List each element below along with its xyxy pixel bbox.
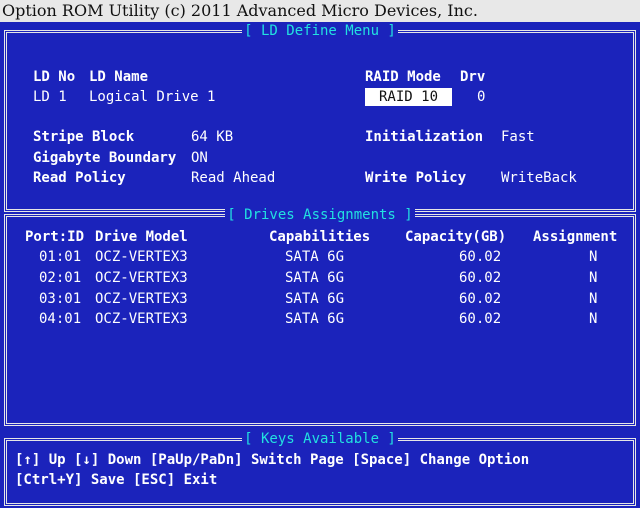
ld-name-value[interactable]: Logical Drive 1 <box>89 88 215 106</box>
keys-line-1: [↑] Up [↓] Down [PaUp/PaDn] Switch Page … <box>15 452 530 468</box>
keys-title: [ Keys Available ] <box>242 431 398 447</box>
raid-mode-select[interactable]: RAID 10 <box>365 88 453 106</box>
row-port: 03:01 <box>39 291 82 307</box>
header-port: Port:ID <box>25 229 85 245</box>
row-model: OCZ-VERTEX3 <box>95 249 188 265</box>
row-capabilities: SATA 6G <box>285 249 345 265</box>
row-capacity: 60.02 <box>459 249 502 265</box>
ld-name-label: LD Name <box>89 69 149 85</box>
read-policy-value[interactable]: Read Ahead <box>191 169 275 187</box>
bios-screen: [ LD Define Menu ] LD No LD Name RAID Mo… <box>0 22 640 508</box>
row-capabilities: SATA 6G <box>285 291 345 307</box>
ld-define-title: [ LD Define Menu ] <box>242 23 398 39</box>
gigabyte-boundary-value[interactable]: ON <box>191 149 208 167</box>
header-capabilities: Capabilities <box>269 229 371 245</box>
write-policy-label: Write Policy <box>365 170 467 186</box>
row-capacity: 60.02 <box>459 291 502 307</box>
header-assignment: Assignment <box>533 229 618 245</box>
drv-value: 0 <box>477 89 486 105</box>
drv-label: Drv <box>460 69 486 85</box>
row-assignment[interactable]: N <box>589 248 597 266</box>
initialization-label: Initialization <box>365 129 484 145</box>
row-model: OCZ-VERTEX3 <box>95 311 188 327</box>
row-port: 02:01 <box>39 270 82 286</box>
window-title: Option ROM Utility (c) 2011 Advanced Mic… <box>0 0 640 22</box>
raid-mode-label: RAID Mode <box>365 69 441 85</box>
stripe-block-label: Stripe Block <box>33 129 135 145</box>
initialization-value[interactable]: Fast <box>501 128 535 146</box>
drives-panel: [ Drives Assignments ] Port:ID Drive Mod… <box>4 207 636 426</box>
header-capacity: Capacity(GB) <box>405 229 507 245</box>
row-model: OCZ-VERTEX3 <box>95 291 188 307</box>
row-port: 04:01 <box>39 311 82 327</box>
row-capabilities: SATA 6G <box>285 270 345 286</box>
row-capacity: 60.02 <box>459 270 502 286</box>
drives-title: [ Drives Assignments ] <box>225 207 415 223</box>
row-assignment[interactable]: N <box>589 269 597 287</box>
ld-define-panel: [ LD Define Menu ] LD No LD Name RAID Mo… <box>4 23 636 212</box>
ld-no-label: LD No <box>33 69 76 85</box>
row-capabilities: SATA 6G <box>285 311 345 327</box>
header-model: Drive Model <box>95 229 188 245</box>
keys-line-2: [Ctrl+Y] Save [ESC] Exit <box>15 472 218 488</box>
row-port: 01:01 <box>39 249 82 265</box>
row-assignment[interactable]: N <box>589 310 597 328</box>
stripe-block-value[interactable]: 64 KB <box>191 128 233 146</box>
write-policy-value[interactable]: WriteBack <box>501 169 577 187</box>
row-model: OCZ-VERTEX3 <box>95 270 188 286</box>
row-assignment[interactable]: N <box>589 290 597 308</box>
read-policy-label: Read Policy <box>33 170 126 186</box>
ld-no-value: LD 1 <box>33 89 67 105</box>
row-capacity: 60.02 <box>459 311 502 327</box>
keys-panel: [ Keys Available ] [↑] Up [↓] Down [PaUp… <box>4 431 636 506</box>
gigabyte-boundary-label: Gigabyte Boundary <box>33 150 177 166</box>
